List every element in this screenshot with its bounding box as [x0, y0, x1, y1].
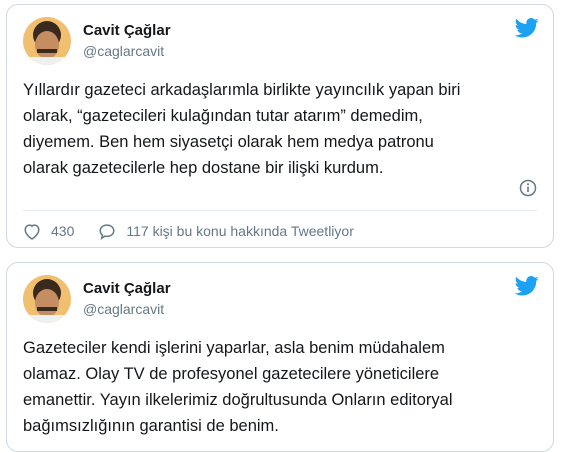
reply-text: 117 kişi bu konu hakkında Tweetliyor: [126, 223, 354, 239]
tweet-card[interactable]: Cavit Çağlar @caglarcavit Yıllardır gaze…: [6, 4, 554, 248]
twitter-bird-icon[interactable]: [515, 276, 539, 296]
tweet-text: Yıllardır gazeteci arkadaşlarımla birlik…: [23, 81, 461, 177]
tweet-text: Gazeteciler kendi işlerini yaparlar, asl…: [23, 339, 453, 435]
tweet-actions: 430 117 kişi bu konu hakkında Tweetliyor: [23, 219, 378, 243]
info-icon[interactable]: [519, 179, 537, 197]
tweet-card[interactable]: Cavit Çağlar @caglarcavit Gazeteciler ke…: [6, 262, 554, 452]
author-name[interactable]: Cavit Çağlar: [83, 280, 171, 297]
avatar[interactable]: [23, 17, 71, 65]
like-button[interactable]: 430: [23, 223, 74, 240]
twitter-bird-icon[interactable]: [515, 18, 539, 38]
heart-icon: [24, 223, 40, 240]
reply-button[interactable]: 117 kişi bu konu hakkında Tweetliyor: [98, 223, 354, 240]
avatar[interactable]: [23, 275, 71, 323]
comment-icon: [99, 223, 115, 240]
author-handle[interactable]: @caglarcavit: [83, 301, 164, 317]
author-name[interactable]: Cavit Çağlar: [83, 22, 171, 39]
author-handle[interactable]: @caglarcavit: [83, 43, 164, 59]
like-count: 430: [51, 223, 75, 239]
divider: [23, 210, 537, 211]
